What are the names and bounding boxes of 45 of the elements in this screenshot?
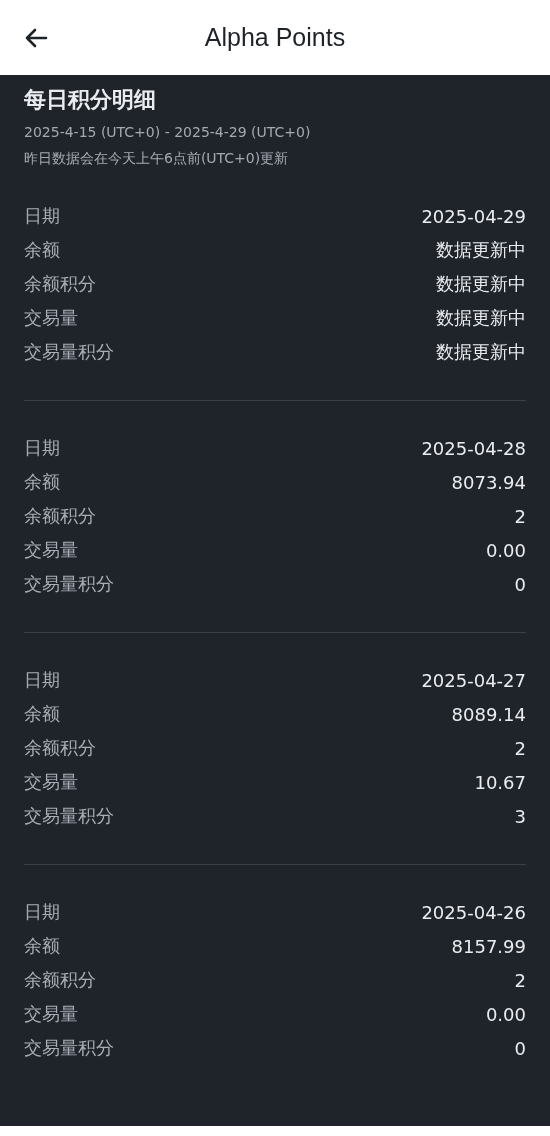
field-label: 交易量 [24,306,78,330]
field-value: 8157.99 [451,935,526,957]
field-label: 交易量积分 [24,340,114,364]
field-label: 日期 [24,668,60,692]
field-value: 数据更新中 [436,238,526,262]
page-title: Alpha Points [204,23,346,52]
field-label: 余额 [24,238,60,262]
date-range: 2025-4-15 (UTC+0) - 2025-4-29 (UTC+0) [24,123,312,142]
field-value: 2 [514,505,526,527]
back-arrow-icon [24,28,48,48]
field-value: 8073.94 [451,471,526,493]
field-label: 余额 [24,934,60,958]
field-label: 日期 [24,204,60,228]
field-value: 2 [514,969,526,991]
field-value: 2 [514,737,526,759]
field-value: 3 [514,805,526,827]
field-value: 数据更新中 [436,306,526,330]
field-value: 2025-04-26 [421,901,526,923]
field-label: 余额积分 [24,968,96,992]
field-value: 8089.14 [451,703,526,725]
field-label: 交易量积分 [24,804,114,828]
section-title: 每日积分明细 [24,86,157,114]
field-label: 交易量积分 [24,1036,114,1060]
field-label: 余额积分 [24,272,96,296]
field-value: 2025-04-29 [421,205,526,227]
field-value: 0.00 [485,539,526,561]
field-label: 余额积分 [24,504,96,528]
field-label: 日期 [24,900,60,924]
field-label: 日期 [24,436,60,460]
field-label: 余额 [24,702,60,726]
field-label: 余额 [24,470,60,494]
field-label: 交易量 [24,538,78,562]
field-label: 余额积分 [24,736,96,760]
field-value: 数据更新中 [436,272,526,296]
field-value: 数据更新中 [436,340,526,364]
field-value: 0 [514,1037,526,1059]
field-label: 交易量 [24,1002,78,1026]
field-value: 2025-04-28 [421,437,526,459]
field-label: 交易量 [24,770,78,794]
field-label: 交易量积分 [24,572,114,596]
field-value: 0.00 [485,1003,526,1025]
field-value: 0 [514,573,526,595]
field-value: 10.67 [474,771,526,793]
field-value: 2025-04-27 [421,669,526,691]
update-note: 昨日数据会在今天上午6点前(UTC+0)更新 [24,149,290,168]
